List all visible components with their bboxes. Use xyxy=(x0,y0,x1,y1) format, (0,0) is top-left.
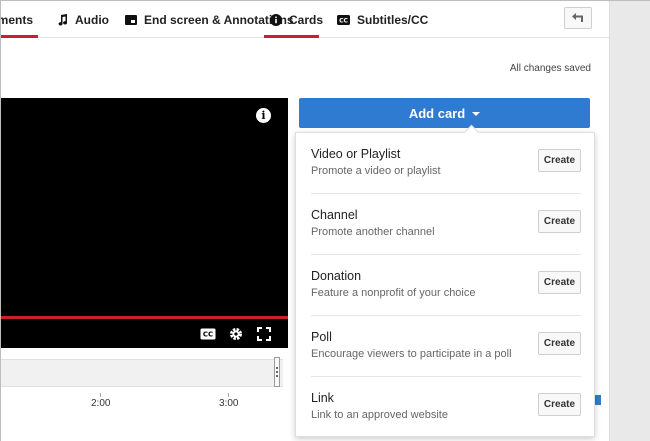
undo-icon xyxy=(572,9,584,27)
video-player[interactable]: i CC xyxy=(1,98,288,348)
progress-bar[interactable] xyxy=(1,316,288,319)
card-type-video-playlist[interactable]: Video or Playlist Promote a video or pla… xyxy=(311,133,581,194)
card-type-description: Encourage viewers to participate in a po… xyxy=(311,348,512,360)
add-card-button[interactable]: Add card xyxy=(299,98,590,128)
music-note-icon xyxy=(58,13,68,26)
cc-icon: CC xyxy=(337,14,350,25)
card-type-title: Link xyxy=(311,391,334,405)
create-button[interactable]: Create xyxy=(538,332,581,355)
tab-subtitles-cc[interactable]: CC Subtitles/CC xyxy=(337,1,428,38)
tab-label: ements xyxy=(1,12,34,27)
card-type-title: Channel xyxy=(311,208,358,222)
card-type-description: Feature a nonprofit of your choice xyxy=(311,287,476,299)
card-type-poll[interactable]: Poll Encourage viewers to participate in… xyxy=(311,316,581,377)
timeline-tick-label: 3:00 xyxy=(219,398,239,409)
video-editor: ements Audio End screen & Annotations Ca… xyxy=(1,1,609,441)
tab-elements[interactable]: ements xyxy=(1,1,38,38)
svg-text:CC: CC xyxy=(339,17,348,24)
timeline-tick-label: 2:00 xyxy=(91,398,111,409)
fullscreen-icon[interactable] xyxy=(257,327,271,346)
tab-active-indicator xyxy=(1,35,38,38)
gear-icon[interactable] xyxy=(229,327,243,346)
undo-button[interactable] xyxy=(564,7,592,29)
svg-text:CC: CC xyxy=(203,331,213,339)
card-type-description: Promote another channel xyxy=(311,226,435,238)
editor-tab-bar: ements Audio End screen & Annotations Ca… xyxy=(1,1,609,38)
card-type-description: Promote a video or playlist xyxy=(311,165,441,177)
save-status: All changes saved xyxy=(509,63,591,74)
timeline-tick xyxy=(228,393,229,397)
tab-label: Audio xyxy=(75,12,109,27)
card-type-title: Donation xyxy=(311,269,362,283)
card-type-description: Link to an approved website xyxy=(311,409,448,421)
card-info-icon[interactable]: i xyxy=(256,108,271,123)
add-card-label: Add card xyxy=(408,105,466,121)
info-icon xyxy=(270,13,282,26)
add-card-dropdown: Video or Playlist Promote a video or pla… xyxy=(295,132,595,437)
card-type-link[interactable]: Link Link to an approved website Create xyxy=(311,377,581,438)
timeline-tick xyxy=(100,393,101,397)
card-type-donation[interactable]: Donation Feature a nonprofit of your cho… xyxy=(311,255,581,316)
timeline-trim-handle[interactable] xyxy=(274,357,280,387)
end-screen-icon xyxy=(125,14,137,25)
timeline-track[interactable] xyxy=(1,359,283,387)
create-button[interactable]: Create xyxy=(538,393,581,416)
tab-active-indicator xyxy=(264,35,319,38)
create-button[interactable]: Create xyxy=(538,271,581,294)
tab-audio[interactable]: Audio xyxy=(58,1,109,38)
tab-label: Cards xyxy=(289,12,324,27)
cc-icon[interactable]: CC xyxy=(200,327,216,345)
create-button[interactable]: Create xyxy=(538,149,581,172)
tab-cards[interactable]: Cards xyxy=(264,1,323,38)
tab-label: Subtitles/CC xyxy=(357,12,429,27)
card-type-channel[interactable]: Channel Promote another channel Create xyxy=(311,194,581,255)
create-button[interactable]: Create xyxy=(538,210,581,233)
card-type-title: Video or Playlist xyxy=(311,147,401,161)
window-gutter xyxy=(609,1,650,441)
card-type-title: Poll xyxy=(311,330,332,344)
chevron-down-icon xyxy=(472,112,481,116)
